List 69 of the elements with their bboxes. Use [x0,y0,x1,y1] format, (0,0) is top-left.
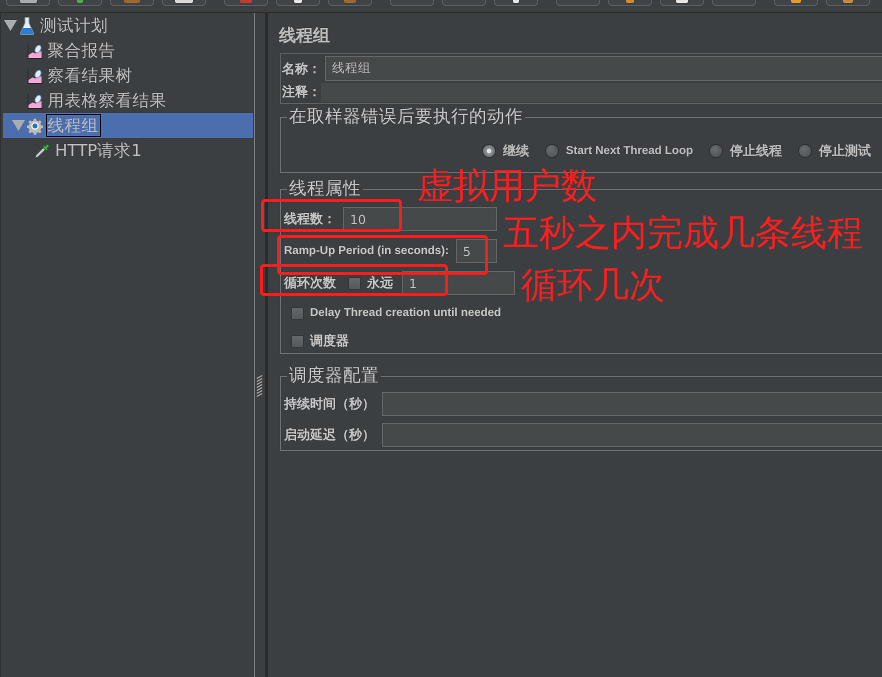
checkbox[interactable] [348,276,361,290]
group-title: 在取样器错误后要执行的动作 [288,107,524,127]
field-label: 循环次数 [284,275,336,292]
chart-icon [26,92,42,108]
input-field[interactable] [382,392,882,416]
radio-label: 停止测试 [819,143,871,160]
expand-triangle-icon[interactable] [4,20,17,31]
radio-label: 继续 [502,143,529,160]
toolbar-button[interactable] [660,0,704,6]
field-label: 注释： [282,84,321,101]
name-field[interactable]: 线程组 [325,56,882,81]
toolbar-button[interactable] [58,0,102,6]
radio-label: Start Next Thread Loop [566,145,693,157]
field-label: 启动延迟（秒） [284,426,375,444]
toolbar-icon [240,0,252,3]
flask-icon [20,16,34,34]
panel-title: 线程组 [279,26,331,46]
checkbox-label: 调度器 [310,332,349,350]
field-label: Ramp-Up Period (in seconds): [284,245,449,257]
expand-triangle-icon[interactable] [12,120,24,131]
toolbar-icon [626,0,634,3]
checkbox[interactable] [291,334,304,348]
tree-item[interactable]: 测试计划 [3,13,253,38]
toolbar-icon [676,0,688,3]
group-title: 调度器配置 [288,366,380,386]
toolbar-icon [843,0,853,3]
toolbar-icon [513,0,519,3]
tree-item[interactable]: 聚合报告 [3,38,253,63]
ramp-up-field[interactable]: 5 [456,239,497,263]
chart-icon [26,42,42,58]
tree-item[interactable]: 用表格察看结果 [3,88,253,113]
radio-button[interactable] [482,144,496,158]
toolbar-button[interactable] [162,0,206,6]
input-field[interactable] [382,423,882,447]
toolbar-button[interactable] [494,0,538,6]
toolbar-button[interactable] [774,0,818,6]
checkbox-label: Delay Thread creation until needed [310,307,502,319]
tree-item[interactable]: HTTP请求1 [3,138,253,163]
checkbox[interactable] [291,306,304,320]
annotation-text: 循环几次 [521,266,665,306]
grip-icon[interactable] [256,375,263,397]
toolbar-icon [175,0,193,3]
radio-button[interactable] [709,144,723,158]
toolbar-icon [20,0,36,3]
chart-icon [26,68,42,84]
toolbar-icon [77,0,83,3]
toolbar-icon [344,0,356,3]
radio-button[interactable] [544,144,559,158]
toolbar-icon [791,0,801,3]
field-label: 名称： [282,60,321,78]
toolbar-button[interactable] [276,0,320,6]
toolbar-icon [124,0,140,3]
tree-item[interactable]: 察看结果树 [3,63,253,88]
toolbar-button[interactable] [826,0,870,6]
radio-label: 停止线程 [730,143,782,160]
comment-field[interactable] [321,82,882,102]
annotation-text: 五秒之内完成几条线程 [503,214,863,254]
checkbox-label: 永远 [367,274,393,292]
group-title: 线程属性 [288,179,362,199]
thread-count-field[interactable]: 10 [343,207,497,231]
field-label: 持续时间（秒） [284,396,375,413]
dropper-icon [34,142,50,160]
toolbar-button[interactable] [6,0,50,6]
gear-icon [26,116,42,134]
radio-button[interactable] [798,144,812,158]
field-label: 线程数： [284,211,336,228]
toolbar-icon [294,0,302,3]
annotation-text: 虚拟用户数 [417,167,597,207]
toolbar-button[interactable] [608,0,652,6]
